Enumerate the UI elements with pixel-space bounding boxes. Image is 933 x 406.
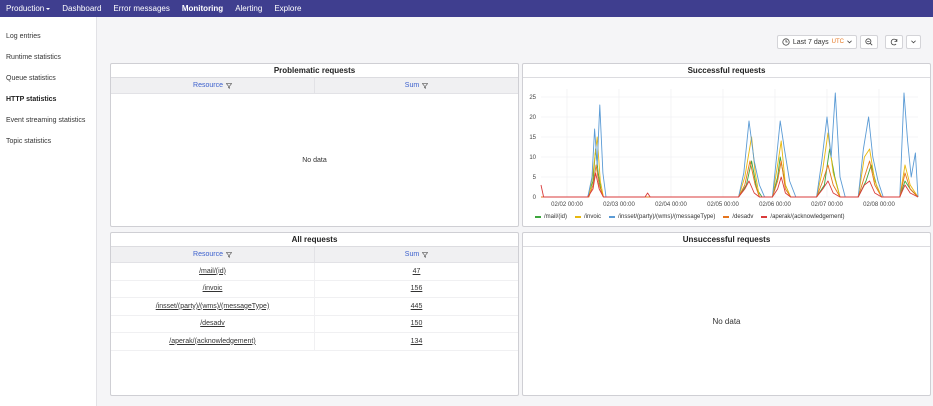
table-header: Resource Sum (111, 78, 518, 94)
x-tick-label: 02/08 00:00 (863, 202, 895, 208)
sidebar-item-log-entries[interactable]: Log entries (0, 26, 96, 47)
x-tick-label: 02/06 00:00 (759, 202, 791, 208)
chevron-down-icon (847, 40, 852, 44)
time-range-label: Last 7 days (792, 38, 829, 46)
successful-requests-chart[interactable]: 0 5 10 15 20 25 02/02 00:00 02/03 00:00 02/04 00… (523, 79, 930, 212)
sum-link[interactable]: 156 (315, 281, 518, 298)
column-header-sum[interactable]: Sum (315, 78, 518, 93)
sidebar-item-queue-statistics[interactable]: Queue statistics (0, 68, 96, 89)
legend-item[interactable]: /invoic (575, 214, 601, 220)
chevron-down-icon (911, 40, 916, 44)
sidebar-item-http-statistics[interactable]: HTTP statistics (0, 89, 96, 110)
y-tick-label: 5 (533, 175, 537, 181)
y-tick-label: 20 (529, 115, 536, 121)
nav-error-messages[interactable]: Error messages (107, 0, 175, 17)
nav-production-label: Production (6, 4, 45, 13)
column-header-resource[interactable]: Resource (111, 247, 315, 262)
zoom-out-icon (865, 38, 873, 46)
x-tick-label: 02/03 00:00 (603, 202, 635, 208)
chevron-down-icon (46, 7, 51, 10)
sidebar: Log entries Runtime statistics Queue sta… (0, 17, 97, 406)
refresh-icon (890, 38, 898, 46)
y-tick-label: 25 (529, 95, 536, 101)
panel-title: All requests (111, 233, 518, 247)
legend-label: /desadv (732, 214, 754, 220)
table-header: Resource Sum (111, 247, 518, 263)
successful-requests-panel: Successful requests 0 5 10 15 20 25 02/02 00:0… (522, 63, 931, 227)
time-range-picker[interactable]: Last 7 days UTC (776, 35, 857, 49)
no-data-message: No data (712, 317, 741, 326)
table-row: /invoic 156 (111, 280, 518, 298)
table-row: /insset/(party)/(wms)/(messageType) 445 (111, 298, 518, 316)
legend-swatch (575, 216, 582, 218)
y-tick-label: 15 (529, 135, 536, 141)
legend-item[interactable]: /insset/(party)/(wms)/(messageType) (609, 214, 715, 220)
nav-alerting[interactable]: Alerting (229, 0, 268, 17)
table-row: /aperak/(acknowledgement) 134 (111, 333, 518, 351)
legend-item[interactable]: /aperak/(acknowledgement) (761, 214, 844, 220)
resource-link[interactable]: /mail/(id) (111, 263, 315, 280)
legend-swatch (723, 216, 730, 218)
panel-title: Unsuccessful requests (523, 233, 930, 247)
x-tick-label: 02/02 00:00 (551, 202, 583, 208)
legend-label: /mail/(id) (544, 214, 568, 220)
sidebar-item-event-streaming-statistics[interactable]: Event streaming statistics (0, 110, 96, 131)
unsuccessful-requests-panel: Unsuccessful requests No data (522, 232, 931, 396)
legend-label: /invoic (584, 214, 602, 220)
legend-item[interactable]: /mail/(id) (535, 214, 567, 220)
y-tick-label: 0 (533, 195, 537, 201)
chart-legend: /mail/(id) /invoic/insset/(party)/(wms)/(… (535, 214, 844, 220)
panel-title: Successful requests (523, 64, 930, 78)
column-label: Resource (193, 251, 223, 258)
x-tick-label: 02/04 00:00 (655, 202, 687, 208)
filter-icon[interactable] (422, 251, 429, 258)
panel-title: Problematic requests (111, 64, 518, 78)
x-tick-label: 02/05 00:00 (707, 202, 739, 208)
legend-swatch (761, 216, 768, 218)
resource-link[interactable]: /insset/(party)/(wms)/(messageType) (111, 298, 315, 315)
timezone-label: UTC (831, 39, 844, 45)
sidebar-item-runtime-statistics[interactable]: Runtime statistics (0, 47, 96, 68)
sum-link[interactable]: 150 (315, 316, 518, 333)
sum-link[interactable]: 445 (315, 298, 518, 315)
problematic-requests-panel: Problematic requests Resource Sum No dat… (110, 63, 519, 227)
resource-link[interactable]: /desadv (111, 315, 315, 332)
legend-swatch (609, 216, 616, 218)
column-label: Resource (193, 82, 223, 89)
filter-icon[interactable] (225, 82, 232, 89)
column-label: Sum (404, 82, 420, 89)
legend-label: /insset/(party)/(wms)/(messageType) (618, 214, 716, 220)
refresh-button[interactable] (885, 35, 903, 49)
column-header-resource[interactable]: Resource (111, 78, 315, 93)
nav-explore[interactable]: Explore (268, 0, 307, 17)
filter-icon[interactable] (225, 251, 232, 258)
nav-dashboard[interactable]: Dashboard (56, 0, 107, 17)
legend-label: /aperak/(acknowledgement) (770, 214, 845, 220)
nav-production[interactable]: Production (0, 0, 56, 17)
resource-link[interactable]: /aperak/(acknowledgement) (111, 333, 315, 350)
nav-monitoring[interactable]: Monitoring (176, 0, 229, 17)
zoom-out-button[interactable] (860, 35, 878, 49)
table-row: /mail/(id) 47 (111, 263, 518, 281)
table-body: /mail/(id) 47 /invoic 156 /insset/(party… (111, 263, 518, 351)
sidebar-item-topic-statistics[interactable]: Topic statistics (0, 131, 96, 152)
column-header-sum[interactable]: Sum (315, 247, 518, 262)
all-requests-panel: All requests Resource Sum /mail/(id) 47 … (110, 232, 519, 396)
refresh-interval-dropdown[interactable] (906, 35, 921, 49)
no-data-message: No data (302, 157, 327, 164)
filter-icon[interactable] (422, 82, 429, 89)
x-tick-label: 02/07 00:00 (811, 202, 843, 208)
legend-item[interactable]: /desadv (723, 214, 753, 220)
sum-link[interactable]: 47 (315, 263, 518, 280)
table-row: /desadv 150 (111, 315, 518, 333)
time-toolbar: Last 7 days UTC (776, 35, 921, 49)
clock-icon (782, 38, 790, 46)
y-tick-label: 10 (529, 155, 536, 161)
sum-link[interactable]: 134 (315, 333, 518, 350)
top-nav: Production Dashboard Error messages Moni… (0, 0, 933, 17)
column-label: Sum (404, 251, 420, 258)
resource-link[interactable]: /invoic (111, 280, 315, 297)
legend-swatch (535, 216, 541, 218)
